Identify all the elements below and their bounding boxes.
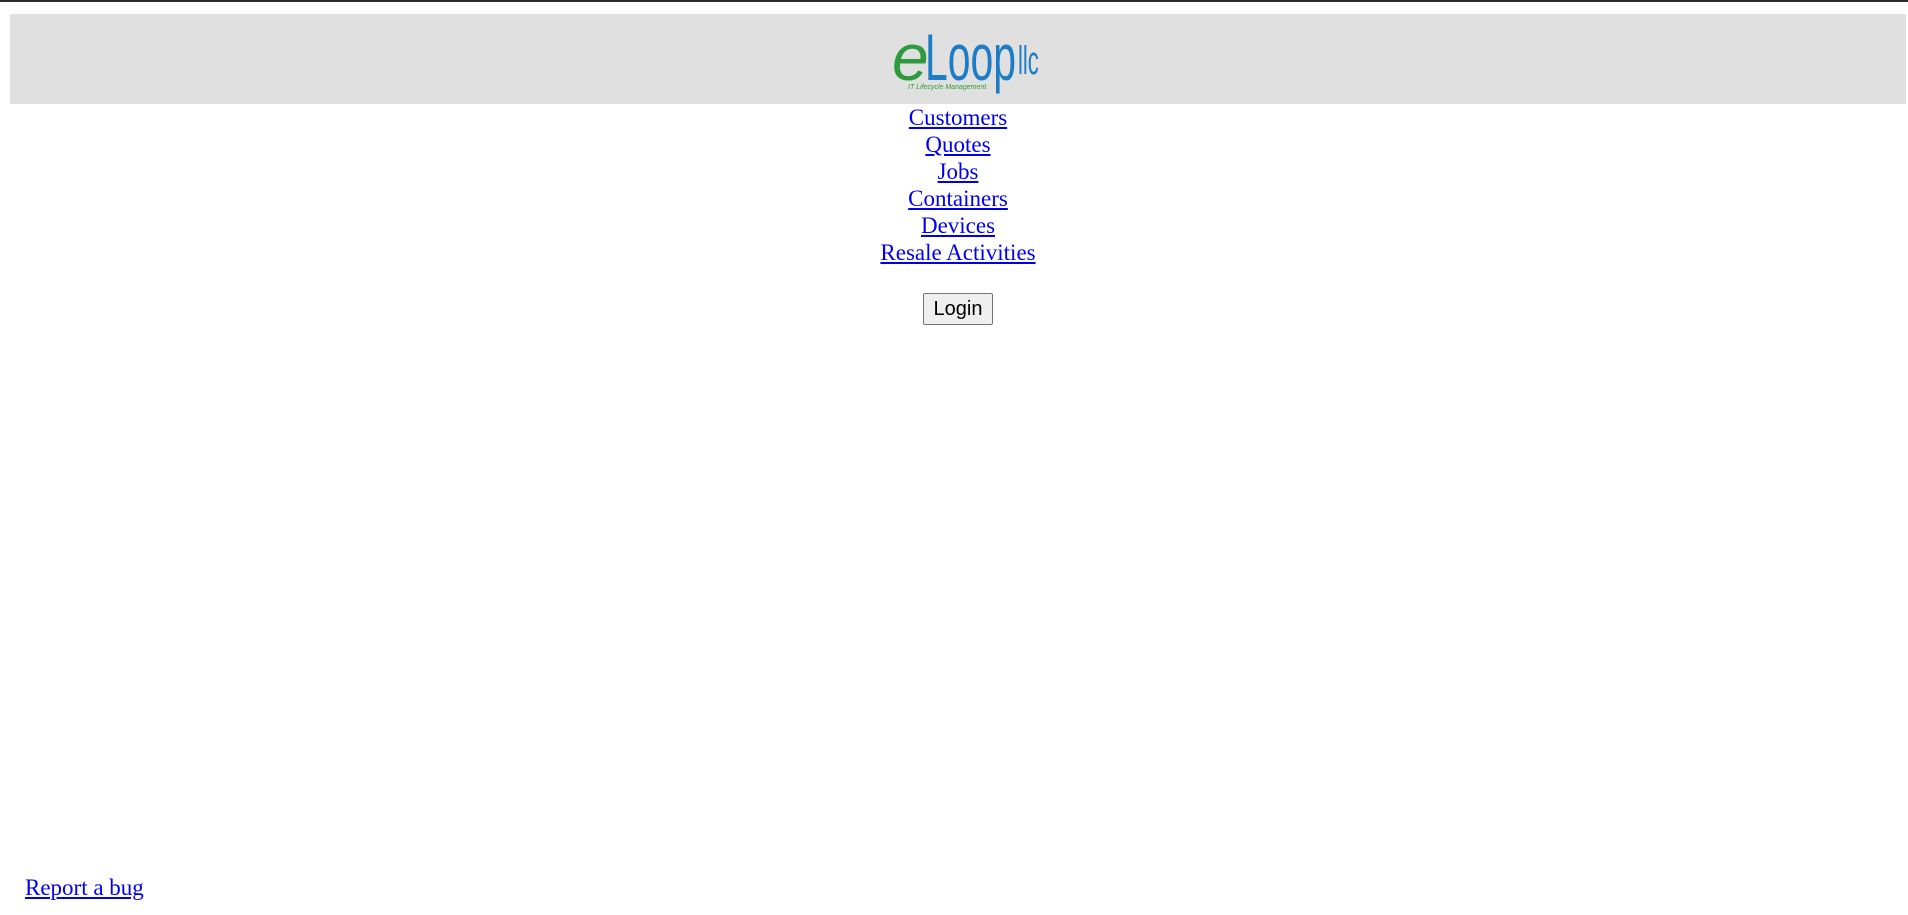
nav-link-quotes[interactable]: Quotes	[925, 131, 990, 158]
eloop-logo: e Loop llc IT Lifecycle Management	[892, 20, 1039, 95]
nav-link-devices[interactable]: Devices	[921, 212, 995, 239]
top-border	[0, 0, 1908, 2]
nav-link-customers[interactable]: Customers	[909, 104, 1007, 131]
nav-link-jobs[interactable]: Jobs	[938, 158, 979, 185]
login-container: Login	[0, 293, 1908, 325]
nav-link-resale-activities[interactable]: Resale Activities	[880, 239, 1035, 266]
logo-llc: llc	[1018, 38, 1039, 83]
header-banner: e Loop llc IT Lifecycle Management	[10, 14, 1906, 104]
main-nav: Customers Quotes Jobs Containers Devices…	[0, 104, 1908, 266]
logo-tagline: IT Lifecycle Management	[908, 84, 987, 91]
report-bug-link[interactable]: Report a bug	[25, 874, 144, 901]
logo-e: e	[892, 20, 929, 94]
login-button[interactable]: Login	[922, 293, 994, 325]
nav-link-containers[interactable]: Containers	[908, 185, 1008, 212]
